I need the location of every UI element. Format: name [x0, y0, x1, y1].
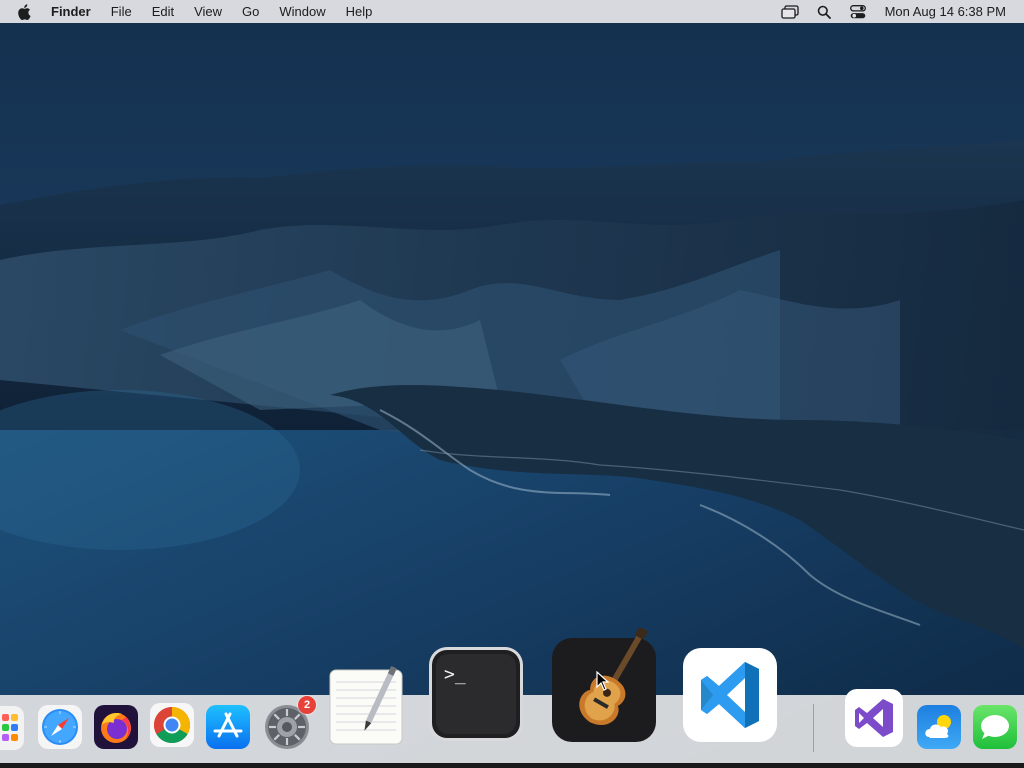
chrome-icon [150, 703, 194, 747]
dock-item-weather[interactable] [917, 705, 961, 749]
vscode-icon [683, 648, 777, 742]
notification-badge: 2 [298, 696, 316, 714]
menu-help[interactable]: Help [336, 0, 383, 23]
dock-item-chrome[interactable] [150, 703, 194, 747]
messages-icon [973, 705, 1017, 749]
textedit-icon [329, 666, 403, 745]
dock-item-visual-studio-code[interactable] [683, 648, 777, 742]
safari-icon [38, 705, 82, 749]
dock-item-system-preferences[interactable]: 2 [264, 696, 316, 750]
weather-icon [917, 705, 961, 749]
menu-window[interactable]: Window [269, 0, 335, 23]
screen-mirroring-icon[interactable] [780, 4, 800, 20]
terminal-prompt-glyph: >_ [444, 664, 466, 685]
dock-item-messages[interactable] [973, 705, 1017, 749]
menu-view[interactable]: View [184, 0, 232, 23]
mouse-cursor-icon [596, 670, 610, 696]
app-store-icon [206, 705, 250, 749]
firefox-icon [94, 705, 138, 749]
control-center-icon[interactable] [848, 4, 868, 20]
launchpad-icon [0, 706, 24, 750]
menu-bar: Finder File Edit View Go Window Help Mon… [0, 0, 1024, 23]
menu-go[interactable]: Go [232, 0, 269, 23]
dock-item-textedit[interactable] [328, 664, 406, 746]
dock-item-launchpad[interactable] [0, 706, 24, 750]
menu-file[interactable]: File [101, 0, 142, 23]
menu-app-name[interactable]: Finder [47, 0, 101, 23]
dock-item-terminal[interactable]: >_ [428, 646, 524, 742]
apple-menu-icon[interactable] [17, 3, 35, 21]
menu-edit[interactable]: Edit [142, 0, 184, 23]
visual-studio-icon [845, 689, 903, 747]
dock-item-app-store[interactable] [206, 705, 250, 749]
menu-clock[interactable]: Mon Aug 14 6:38 PM [885, 4, 1006, 19]
dock-item-visual-studio[interactable] [845, 689, 903, 747]
dock-separator [813, 704, 814, 752]
dock-item-firefox[interactable] [94, 705, 138, 749]
terminal-icon: >_ [429, 647, 523, 741]
dock-bottom-edge [0, 763, 1024, 768]
dock-item-safari[interactable] [38, 705, 82, 749]
spotlight-search-icon[interactable] [814, 4, 834, 20]
